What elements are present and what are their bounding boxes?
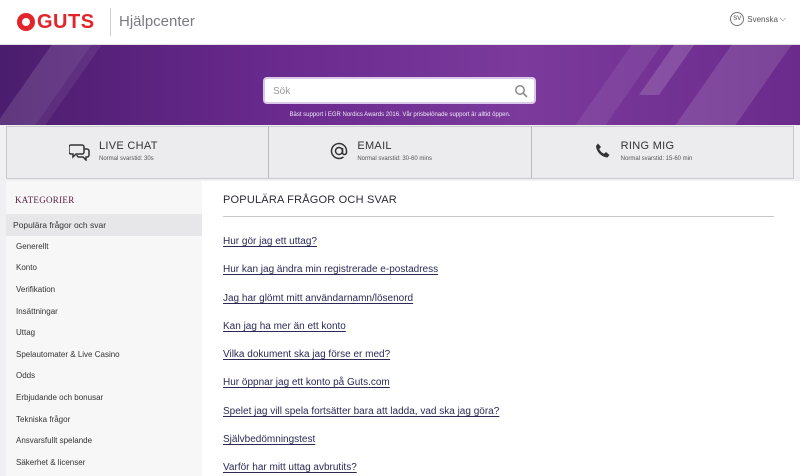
faq-link[interactable]: Kan jag ha mer än ett konto — [223, 321, 346, 332]
call-me-option[interactable]: RING MIG Normal svarstid: 15-60 min — [532, 127, 793, 178]
live-chat-option[interactable]: LIVE CHAT Normal svarstid: 30s — [7, 127, 270, 178]
hero-banner: Bäst support i EGR Nordics Awards 2016. … — [0, 45, 800, 125]
sidebar-item-general[interactable]: Generellt — [6, 236, 202, 258]
language-code-badge: SV — [730, 12, 745, 26]
call-me-title: RING MIG — [620, 140, 675, 152]
email-option[interactable]: EMAIL Normal svarstid: 30-60 mins — [269, 127, 532, 178]
chevron-down-icon: ⌵ — [779, 14, 786, 23]
faq-item: Hur gör jag ett uttag? — [223, 231, 499, 259]
faq-link[interactable]: Hur gör jag ett uttag? — [223, 236, 317, 247]
header-divider — [110, 8, 111, 36]
faq-item: Hur öppnar jag ett konto på Guts.com — [223, 372, 499, 400]
category-sidebar: KATEGORIER Populära frågor och svar Gene… — [6, 181, 202, 476]
sidebar-item-verification[interactable]: Verifikation — [6, 279, 202, 301]
sidebar-item-slots-live-casino[interactable]: Spelautomater & Live Casino — [6, 344, 202, 366]
faq-link[interactable]: Spelet jag vill spela fortsätter bara at… — [223, 406, 499, 417]
logo-text: GUTS — [37, 11, 95, 33]
faq-item: Vilka dokument ska jag förse er med? — [223, 344, 499, 372]
language-label: Svenska — [747, 14, 778, 24]
faq-item: Kan jag ha mer än ett konto — [223, 316, 499, 344]
divider — [223, 216, 774, 217]
top-bar: GUTS Hjälpcenter SV Svenska ⌵ — [0, 0, 800, 45]
language-selector[interactable]: SV Svenska ⌵ — [730, 12, 786, 26]
sidebar-item-account[interactable]: Konto — [6, 257, 202, 279]
chat-icon — [69, 144, 90, 161]
faq-link[interactable]: Varför har mitt uttag avbrutits? — [223, 462, 357, 473]
faq-item: Jag har glömt mitt användarnamn/lösenord — [223, 288, 499, 316]
live-chat-response-time: Normal svarstid: 30s — [99, 156, 154, 162]
page-title: Hjälpcenter — [119, 13, 195, 30]
call-me-response-time: Normal svarstid: 15-60 min — [620, 156, 693, 162]
faq-link[interactable]: Vilka dokument ska jag förse er med? — [223, 349, 390, 360]
faq-link[interactable]: Jag har glömt mitt användarnamn/lösenord — [223, 293, 413, 304]
sidebar-item-deposits[interactable]: Insättningar — [6, 300, 202, 322]
sidebar-item-popular[interactable]: Populära frågor och svar — [6, 214, 202, 236]
contact-options: LIVE CHAT Normal svarstid: 30s EMAIL Nor… — [6, 126, 794, 179]
email-response-time: Normal svarstid: 30-60 mins — [357, 156, 433, 162]
search-box — [263, 77, 536, 104]
faq-item: Självbedömningstest — [223, 429, 499, 457]
sidebar-heading: KATEGORIER — [15, 195, 75, 205]
category-list: Populära frågor och svar Generellt Konto… — [6, 214, 202, 473]
live-chat-title: LIVE CHAT — [99, 140, 158, 152]
guts-logo[interactable]: GUTS — [17, 11, 95, 33]
email-title: EMAIL — [357, 140, 392, 152]
phone-icon — [595, 143, 610, 158]
search-icon[interactable] — [514, 84, 528, 98]
sidebar-item-technical[interactable]: Tekniska frågor — [6, 408, 202, 430]
search-input[interactable] — [273, 82, 503, 100]
faq-item: Varför har mitt uttag avbrutits? — [223, 457, 499, 476]
sidebar-item-offers-bonuses[interactable]: Erbjudande och bonusar — [6, 387, 202, 409]
faq-link[interactable]: Hur öppnar jag ett konto på Guts.com — [223, 377, 390, 388]
sidebar-item-odds[interactable]: Odds — [6, 365, 202, 387]
faq-item: Hur kan jag ändra min registrerade e-pos… — [223, 259, 499, 287]
faq-list: Hur gör jag ett uttag? Hur kan jag ändra… — [223, 231, 499, 476]
faq-item: Spelet jag vill spela fortsätter bara at… — [223, 401, 499, 429]
sidebar-item-responsible-gaming[interactable]: Ansvarsfullt spelande — [6, 430, 202, 452]
faq-link[interactable]: Självbedömningstest — [223, 434, 315, 445]
at-icon — [331, 142, 348, 160]
faq-link[interactable]: Hur kan jag ändra min registrerade e-pos… — [223, 264, 438, 275]
hero-tagline: Bäst support i EGR Nordics Awards 2016. … — [289, 112, 511, 118]
faq-panel: POPULÄRA FRÅGOR OCH SVAR Hur gör jag ett… — [202, 181, 800, 476]
guts-logo-mark-icon — [17, 13, 35, 31]
faq-section-title: POPULÄRA FRÅGOR OCH SVAR — [223, 194, 397, 206]
sidebar-item-withdrawals[interactable]: Uttag — [6, 322, 202, 344]
sidebar-item-security-licenses[interactable]: Säkerhet & licenser — [6, 452, 202, 474]
